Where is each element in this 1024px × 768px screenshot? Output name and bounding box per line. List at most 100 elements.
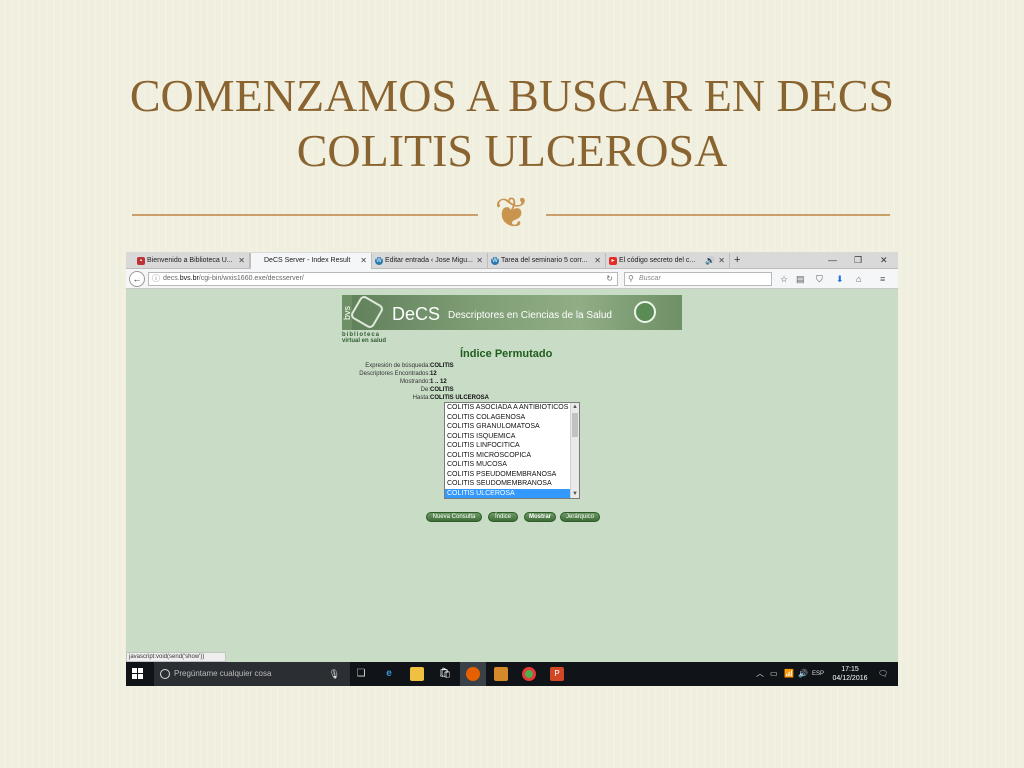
field-hasta: Hasta:COLITIS ULCEROSA	[310, 395, 489, 402]
home-icon[interactable]: ⌂	[856, 272, 861, 286]
close-tab-icon[interactable]: ✕	[718, 253, 725, 268]
title-rule-left	[132, 214, 478, 216]
field-expresion: Expresión de búsqueda:COLITIS	[310, 363, 454, 370]
scroll-down-icon[interactable]: ▼	[571, 490, 579, 498]
store-icon[interactable]: 🛍	[438, 667, 452, 681]
reload-icon[interactable]: ↻	[606, 273, 613, 285]
powerpoint-icon[interactable]: P	[550, 667, 564, 681]
windows-start-icon[interactable]	[132, 668, 144, 680]
menu-icon[interactable]: ≡	[880, 272, 885, 286]
close-tab-icon[interactable]: ✕	[238, 253, 245, 268]
slide-title-line2: COLITIS ULCEROSA	[296, 125, 728, 176]
field-label: Mostrando:	[399, 379, 430, 385]
field-value: 1 .. 12	[430, 379, 447, 385]
wordpress-favicon-icon: W	[491, 257, 499, 265]
url-host: decs.	[163, 275, 180, 282]
wordpress-favicon-icon: W	[375, 257, 383, 265]
close-tab-icon[interactable]: ✕	[594, 253, 601, 268]
tab-label: Editar entrada ‹ Jose Migu...	[385, 257, 473, 264]
task-view-icon[interactable]: ❏	[354, 667, 368, 681]
tray-chevron-icon[interactable]: ︿	[756, 662, 764, 686]
field-encontrados: Descriptores Encontrados:12	[310, 371, 437, 378]
browser-screenshot: ▪ Bienvenido a Biblioteca U... ✕ DeCS Se…	[126, 252, 898, 686]
photos-icon[interactable]	[494, 667, 508, 681]
decs-leaf-icon	[634, 301, 656, 323]
bookmark-star-icon[interactable]: ☆	[780, 272, 788, 286]
field-mostrando: Mostrando:1 .. 12	[310, 379, 447, 386]
search-placeholder: Buscar	[639, 275, 661, 282]
search-icon: ⚲	[628, 274, 634, 283]
tab-biblioteca[interactable]: ▪ Bienvenido a Biblioteca U... ✕	[134, 253, 250, 269]
list-item[interactable]: COLITIS PSEUDOMEMBRANOSA	[445, 470, 579, 480]
language-indicator[interactable]: ESP	[812, 662, 824, 686]
field-value: COLITIS	[430, 363, 454, 369]
field-value: 12	[430, 371, 437, 377]
page-content: bvs DeCS Descriptores en Ciencias de la …	[126, 290, 898, 662]
bvs-hexagon-icon	[349, 294, 385, 330]
firefox-icon[interactable]	[466, 667, 480, 681]
list-item[interactable]: COLITIS SEUDOMEMBRANOSA	[445, 479, 579, 489]
slide-title: COMENZAMOS A BUSCAR EN DECS COLITIS ULCE…	[0, 68, 1024, 178]
status-bar: javascript:void(send('show'))	[126, 652, 226, 662]
list-item[interactable]: COLITIS ASOCIADA A ANTIBIOTICOS	[445, 403, 579, 413]
indice-button[interactable]: Índice	[488, 512, 518, 522]
library-favicon-icon: ▪	[137, 257, 145, 265]
chrome-icon[interactable]	[522, 667, 536, 681]
file-explorer-icon[interactable]	[410, 667, 424, 681]
url-domain: bvs.br	[179, 275, 199, 282]
page-title: Índice Permutado	[460, 348, 553, 360]
descriptor-listbox[interactable]: COLITIS ASOCIADA A ANTIBIOTICOS COLITIS …	[444, 402, 580, 499]
scroll-up-icon[interactable]: ▲	[571, 403, 579, 411]
cortana-search-input[interactable]: Pregúntame cualquier cosa 🎙	[154, 662, 350, 686]
battery-icon[interactable]: ▭	[770, 662, 778, 686]
notifications-icon[interactable]: 🗨	[878, 662, 888, 686]
volume-icon[interactable]: 🔊	[798, 662, 808, 686]
wifi-icon[interactable]: 📶	[784, 662, 794, 686]
list-item[interactable]: COLITIS LINFOCITICA	[445, 441, 579, 451]
tab-decs-server[interactable]: DeCS Server - Index Result ✕	[250, 253, 372, 269]
url-bar[interactable]: ⓘ decs.bvs.br/cgi-bin/wxis1660.exe/decss…	[148, 272, 618, 286]
clock-date: 04/12/2016	[832, 675, 868, 682]
slide-title-line1: COMENZAMOS A BUSCAR EN DECS	[129, 70, 895, 121]
windows-taskbar: Pregúntame cualquier cosa 🎙 ❏ e 🛍 P ︿ ▭ …	[126, 662, 898, 686]
list-item[interactable]: COLITIS COLAGENOSA	[445, 413, 579, 423]
tab-label: DeCS Server - Index Result	[264, 257, 351, 264]
nueva-consulta-button[interactable]: Nueva Consulta	[426, 512, 482, 522]
title-rule-right	[546, 214, 890, 216]
speaker-icon[interactable]: 🔊	[705, 253, 715, 268]
scroll-thumb[interactable]	[572, 413, 578, 437]
list-item[interactable]: COLITIS GRANULOMATOSA	[445, 422, 579, 432]
reading-list-icon[interactable]: ▤	[796, 272, 805, 286]
minimize-button[interactable]: —	[828, 252, 837, 268]
close-window-button[interactable]: ✕	[880, 252, 888, 268]
info-icon[interactable]: ⓘ	[152, 273, 160, 285]
tab-label: Bienvenido a Biblioteca U...	[147, 257, 233, 264]
taskbar-clock[interactable]: 17:15 04/12/2016	[831, 665, 869, 683]
field-label: De:	[420, 387, 430, 393]
tab-tarea-seminario[interactable]: W Tarea del seminario 5 corr... ✕	[488, 253, 606, 269]
list-item[interactable]: COLITIS MUCOSA	[445, 460, 579, 470]
microphone-icon[interactable]: 🎙	[329, 662, 340, 686]
close-tab-icon[interactable]: ✕	[476, 253, 483, 268]
download-icon[interactable]: ⬇	[836, 272, 844, 286]
list-item-selected[interactable]: COLITIS ULCEROSA	[445, 488, 579, 498]
tab-codigo-secreto[interactable]: ▸ El código secreto del c... 🔊 ✕	[606, 253, 730, 269]
tab-editar-entrada[interactable]: W Editar entrada ‹ Jose Migu... ✕	[372, 253, 488, 269]
close-tab-icon[interactable]: ✕	[360, 253, 367, 268]
mostrar-button[interactable]: Mostrar	[524, 512, 556, 522]
edge-icon[interactable]: e	[382, 667, 396, 681]
back-button[interactable]: ←	[129, 271, 145, 287]
search-input[interactable]: ⚲ Buscar	[624, 272, 772, 286]
maximize-button[interactable]: ❐	[854, 252, 862, 268]
list-item[interactable]: COLITIS MICROSCOPICA	[445, 451, 579, 461]
field-label: Descriptores Encontrados:	[359, 371, 430, 377]
decs-description: Descriptores en Ciencias de la Salud	[448, 310, 612, 321]
field-de: De:COLITIS	[310, 387, 454, 394]
jerarquico-button[interactable]: Jerárquico	[560, 512, 600, 522]
listbox-scrollbar[interactable]: ▲ ▼	[570, 403, 579, 498]
new-tab-button[interactable]: +	[734, 252, 740, 268]
field-label: Hasta:	[412, 395, 430, 401]
list-item[interactable]: COLITIS ISQUEMICA	[445, 432, 579, 442]
pocket-icon[interactable]: ⛉	[816, 272, 823, 286]
tab-label: El código secreto del c...	[619, 257, 696, 264]
